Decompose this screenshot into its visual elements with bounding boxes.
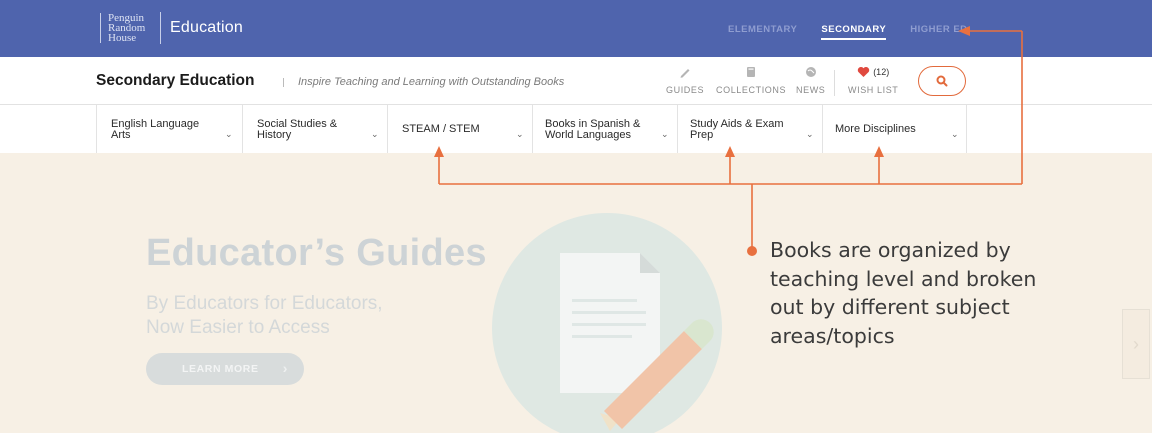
hero-title: Educator’s Guides xyxy=(146,232,487,274)
chevron-down-icon: ⌄ xyxy=(661,129,669,139)
logo-wordmark: Penguin Random House xyxy=(100,13,158,44)
annotation-line: Books are organized by xyxy=(770,238,1011,262)
chevron-down-icon: ⌄ xyxy=(371,129,379,139)
news-label: NEWS xyxy=(796,85,826,95)
utility-divider xyxy=(834,70,835,96)
carousel-next-button[interactable]: › xyxy=(1122,309,1150,379)
annotation-line: out by different subject xyxy=(770,295,1010,319)
pencil-icon xyxy=(678,63,692,81)
title-divider xyxy=(283,78,284,87)
collections-link[interactable]: COLLECTIONS xyxy=(716,63,786,95)
search-icon xyxy=(936,75,948,87)
tab-secondary[interactable]: SECONDARY xyxy=(821,24,887,40)
discipline-books-in-spanish[interactable]: Books in Spanish & World Languages ⌄ xyxy=(532,105,677,153)
wish-list-count-row: (12) xyxy=(857,63,889,81)
section-header: Secondary Education Inspire Teaching and… xyxy=(0,57,1152,105)
discipline-label: Books in Spanish & World Languages xyxy=(545,119,655,141)
discipline-label: Social Studies & History xyxy=(257,119,367,141)
discipline-label-line: World Languages xyxy=(545,129,632,141)
wish-list-count: (12) xyxy=(873,67,890,77)
chevron-down-icon: ⌄ xyxy=(806,129,814,139)
discipline-label: English Language Arts xyxy=(111,119,221,141)
discipline-english-language-arts[interactable]: English Language Arts ⌄ xyxy=(96,105,242,153)
discipline-social-studies-history[interactable]: Social Studies & History ⌄ xyxy=(242,105,387,153)
logo-divider xyxy=(160,12,161,44)
learn-more-label: LEARN MORE xyxy=(182,363,259,375)
page-tagline: Inspire Teaching and Learning with Outst… xyxy=(298,76,565,88)
hero-subtitle: By Educators for Educators, Now Easier t… xyxy=(146,292,446,340)
annotation-line: teaching level and broken xyxy=(770,266,1037,291)
annotation-caption: Books are organized by teaching level an… xyxy=(770,236,1070,350)
discipline-study-aids[interactable]: Study Aids & Exam Prep ⌄ xyxy=(677,105,822,153)
discipline-menu: English Language Arts ⌄ Social Studies & H… xyxy=(0,105,1152,153)
discipline-label: Study Aids & Exam Prep xyxy=(690,119,800,141)
chevron-down-icon: ⌄ xyxy=(951,129,959,139)
hero-subtitle-line: Now Easier to Access xyxy=(146,317,330,338)
guide-illustration xyxy=(492,213,722,433)
logo[interactable]: Penguin Random House Education xyxy=(100,8,243,48)
discipline-steam-stem[interactable]: STEAM / STEM ⌄ xyxy=(387,105,532,153)
guides-link[interactable]: GUIDES xyxy=(666,63,704,95)
news-link[interactable]: NEWS xyxy=(796,63,825,95)
chevron-down-icon: ⌄ xyxy=(225,129,233,139)
discipline-label: STEAM / STEM xyxy=(402,123,480,135)
discipline-more[interactable]: More Disciplines ⌄ xyxy=(822,105,967,153)
annotation-line: areas/topics xyxy=(770,323,895,348)
books-icon xyxy=(744,63,758,81)
chevron-right-icon: › xyxy=(1133,333,1139,354)
logo-line: House xyxy=(108,32,137,44)
wish-list-link[interactable]: (12) WISH LIST xyxy=(848,63,898,95)
chevron-down-icon: ⌄ xyxy=(516,129,524,139)
search-button[interactable] xyxy=(918,66,966,96)
tab-elementary[interactable]: ELEMENTARY xyxy=(728,24,797,40)
wish-list-label: WISH LIST xyxy=(848,85,899,95)
heart-icon xyxy=(857,66,870,77)
top-navigation-bar: Penguin Random House Education ELEMENTAR… xyxy=(0,0,1152,57)
level-tabs: ELEMENTARY SECONDARY HIGHER ED xyxy=(728,24,968,40)
chevron-right-icon: › xyxy=(282,360,288,376)
discipline-label-line: History xyxy=(257,129,292,141)
guides-label: GUIDES xyxy=(666,85,705,95)
globe-icon xyxy=(804,63,818,81)
page-title: Secondary Education xyxy=(96,72,255,89)
logo-section-label: Education xyxy=(170,19,243,36)
learn-more-button[interactable]: LEARN MORE › xyxy=(146,353,304,385)
discipline-label: More Disciplines xyxy=(835,123,916,135)
collections-label: COLLECTIONS xyxy=(716,85,787,95)
discipline-label-line: Arts xyxy=(111,129,131,141)
hero-subtitle-line: By Educators for Educators, xyxy=(146,293,383,314)
tab-higher-ed[interactable]: HIGHER ED xyxy=(910,24,967,40)
discipline-label-line: Prep xyxy=(690,129,714,141)
